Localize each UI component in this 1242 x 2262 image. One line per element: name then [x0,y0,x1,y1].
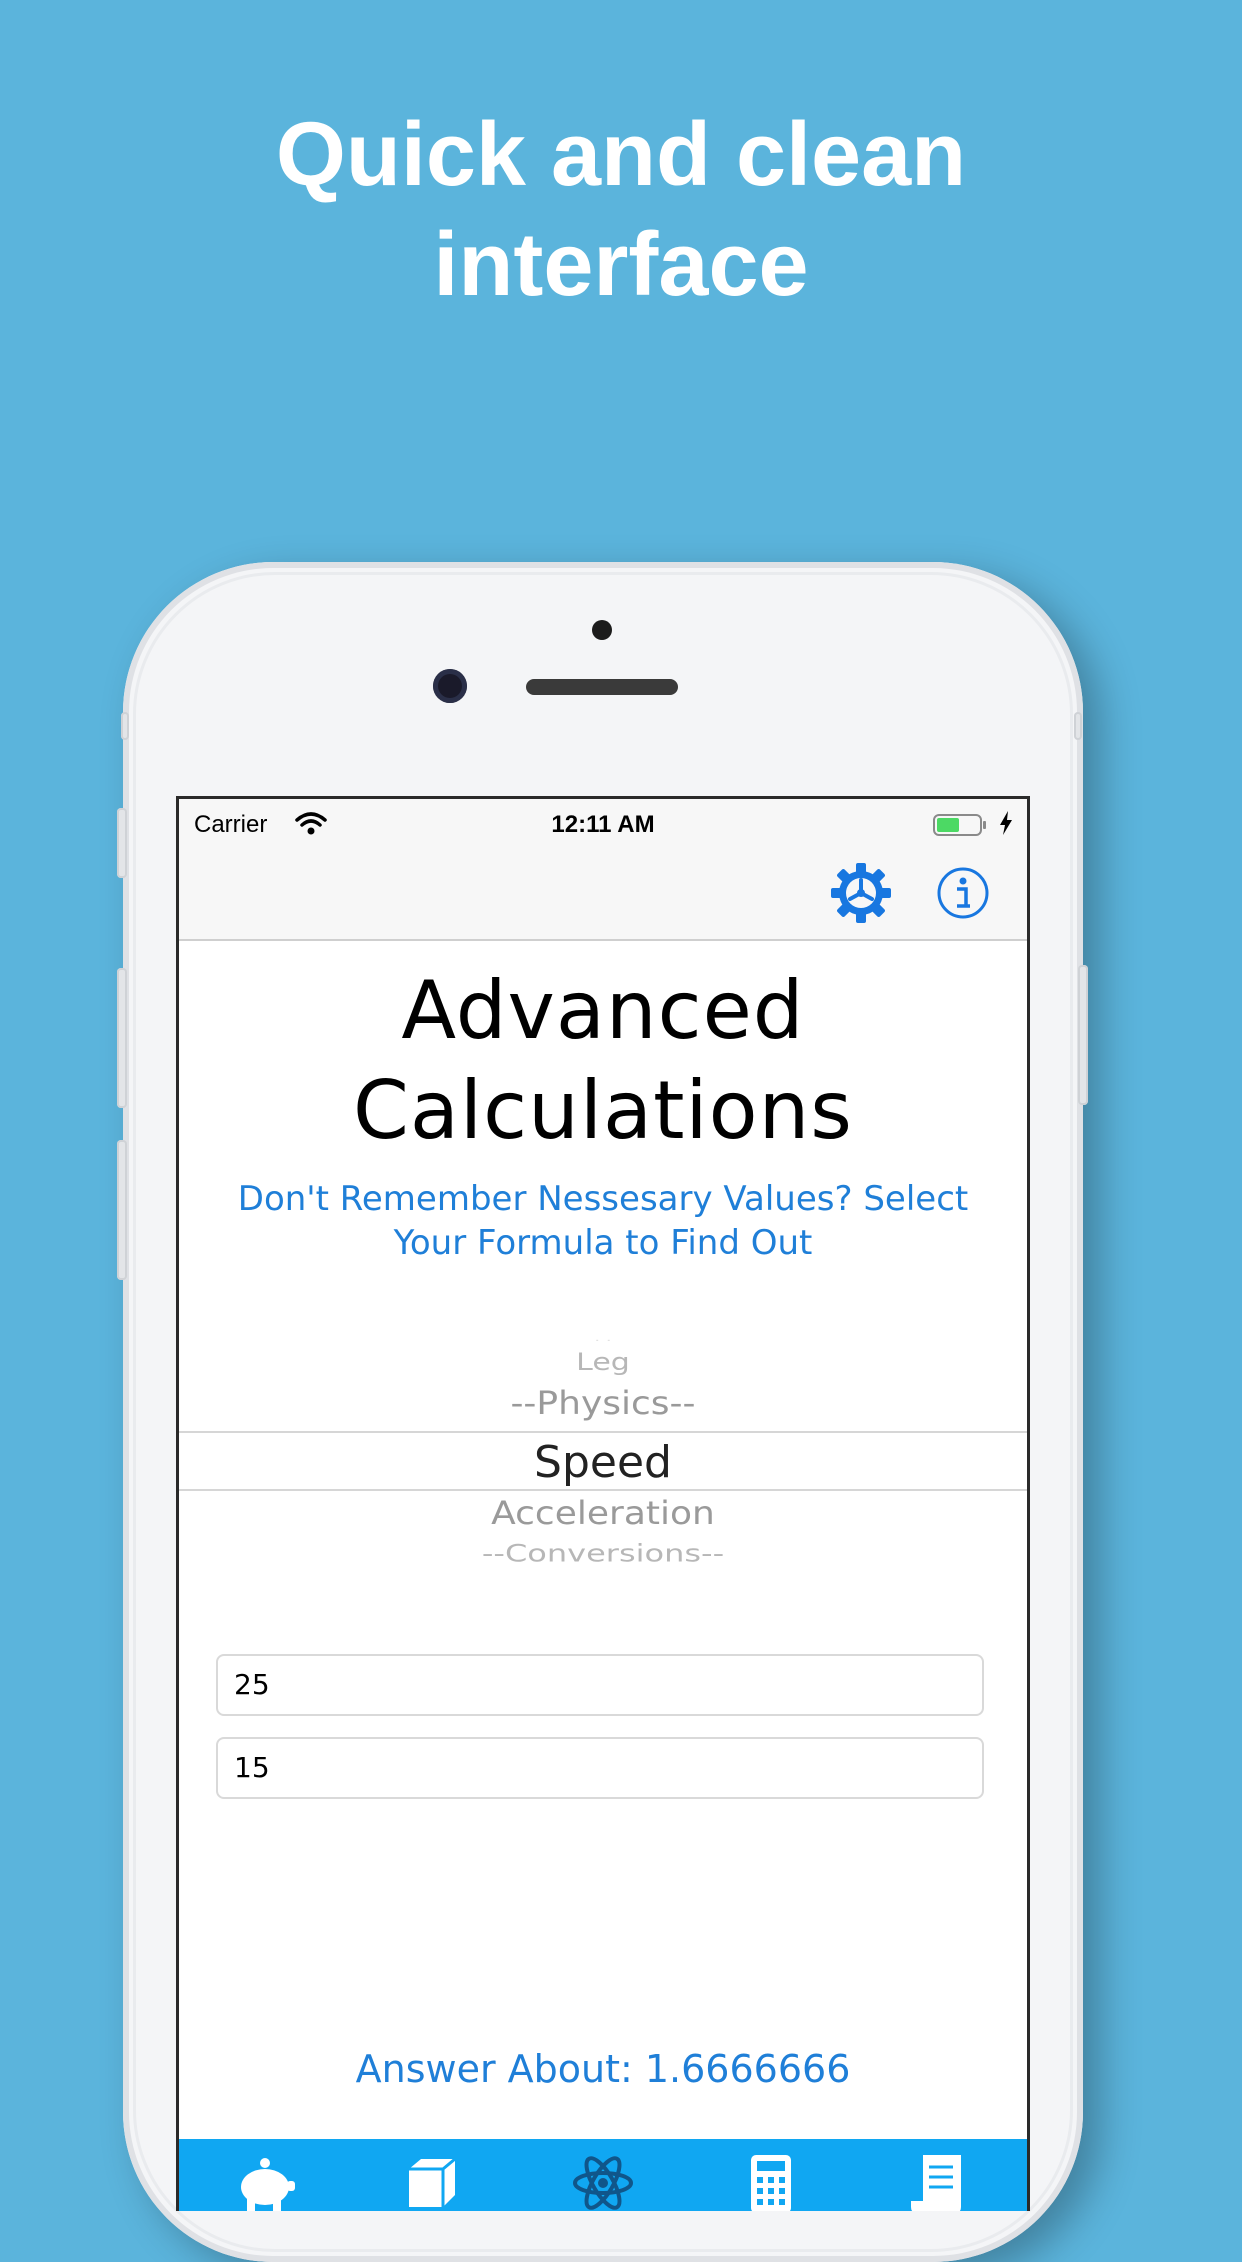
subtitle-hint: Don't Remember Nessesary Values? Select … [219,1177,987,1265]
title-line1: Advanced [401,964,805,1057]
calculator-icon[interactable] [739,2151,803,2211]
status-bar: Carrier 12:11 AM [179,799,1027,849]
picker-item-faint: · · [179,1331,1027,1341]
info-icon[interactable] [935,865,991,921]
picker-item[interactable]: --Conversions-- [179,1539,1027,1563]
power-button [1078,965,1088,1105]
frame-notch-right [1074,712,1082,740]
headline: Quick and clean interface [0,100,1242,320]
atom-icon[interactable] [571,2151,635,2211]
subtitle-line1: Don't Remember Nessesary Values? Select [237,1179,969,1219]
frame-notch-left [121,712,129,740]
mute-switch [117,808,127,878]
value-field-1[interactable]: 25 [216,1654,984,1716]
phone-screen: Carrier 12:11 AM Advanced Calculations D… [176,796,1030,2211]
picker-selection-bottom [179,1489,1027,1491]
gear-icon[interactable] [829,861,893,925]
picker-item[interactable]: --Physics-- [179,1385,1027,1422]
picker-item[interactable]: Leg [179,1349,1027,1377]
navigation-bar [179,849,1027,941]
subtitle-line2: Your Formula to Find Out [393,1223,813,1263]
cube-icon[interactable] [399,2151,463,2211]
battery-icon [933,814,986,836]
piggy-bank-icon[interactable] [233,2151,297,2211]
charging-bolt-icon [1000,811,1012,835]
answer-label: Answer About: 1.6666666 [355,2047,851,2091]
document-icon[interactable] [907,2151,971,2211]
headline-line1: Quick and clean [275,105,967,205]
earpiece-speaker [526,679,678,695]
volume-down-button [117,1140,127,1280]
title-line2: Calculations [353,1064,853,1157]
volume-up-button [117,968,127,1108]
value-field-2[interactable]: 15 [216,1737,984,1799]
headline-line2: interface [433,215,809,315]
tab-bar [179,2139,1027,2211]
formula-picker[interactable]: · · Leg --Physics-- Speed Acceleration -… [179,1331,1027,1569]
picker-selection-top [179,1431,1027,1433]
picker-item[interactable]: Acceleration [179,1495,1027,1532]
proximity-sensor [592,620,612,640]
page-title: Advanced Calculations [179,961,1027,1161]
picker-item-selected[interactable]: Speed [179,1437,1027,1488]
front-camera [433,669,467,703]
status-time: 12:11 AM [551,811,655,838]
